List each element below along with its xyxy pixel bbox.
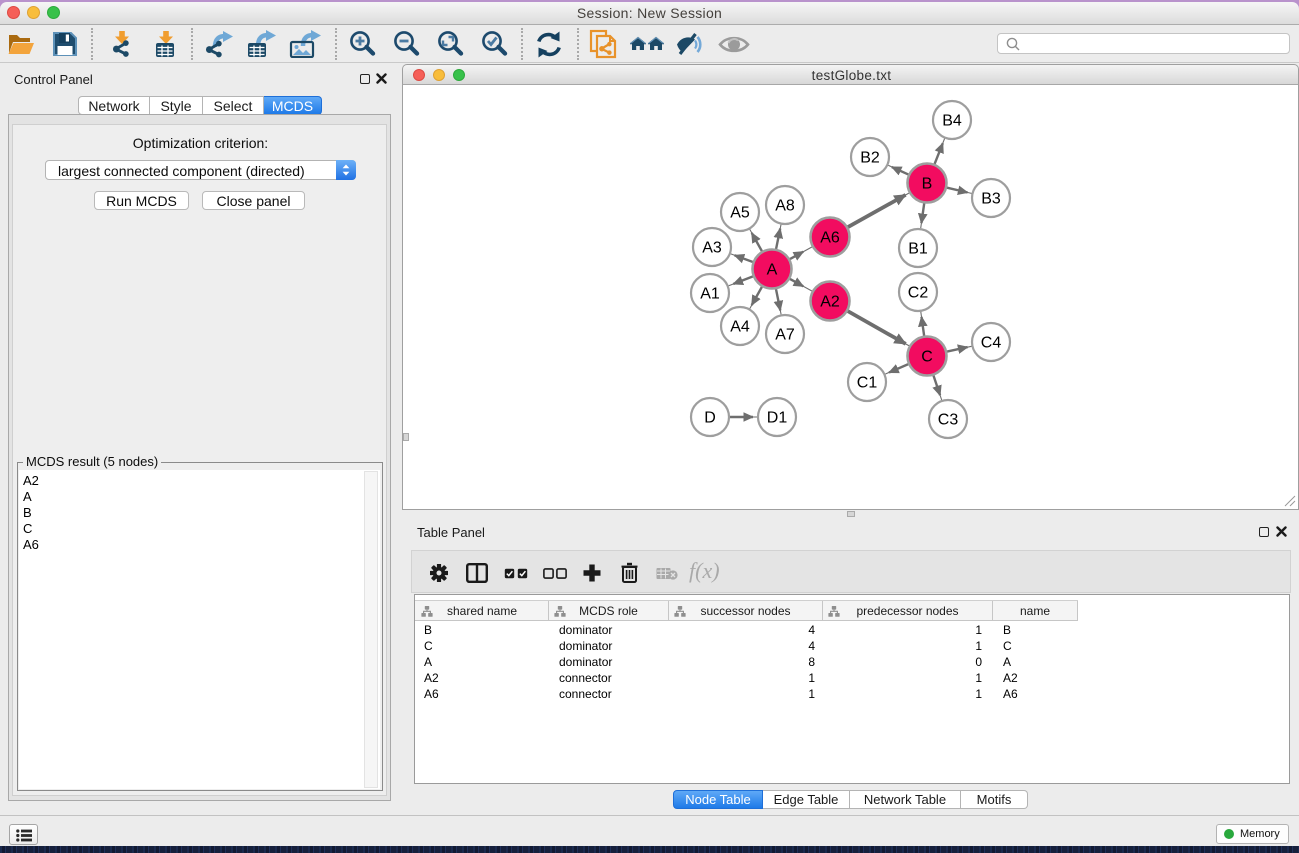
svg-text:B3: B3 — [981, 191, 1001, 208]
svg-text:A8: A8 — [775, 198, 795, 215]
svg-text:C: C — [921, 349, 933, 366]
svg-text:D1: D1 — [767, 410, 788, 427]
svg-text:C1: C1 — [857, 375, 878, 392]
svg-text:A1: A1 — [700, 286, 720, 303]
svg-text:A3: A3 — [702, 240, 722, 257]
svg-text:A6: A6 — [820, 230, 840, 247]
svg-text:B2: B2 — [860, 150, 880, 167]
svg-text:B4: B4 — [942, 113, 962, 130]
svg-text:C2: C2 — [908, 285, 929, 302]
svg-text:A2: A2 — [820, 294, 840, 311]
svg-text:A: A — [767, 262, 778, 279]
svg-text:B: B — [922, 176, 933, 193]
svg-text:C4: C4 — [981, 335, 1002, 352]
svg-text:A5: A5 — [730, 205, 750, 222]
svg-text:B1: B1 — [908, 241, 928, 258]
svg-text:A4: A4 — [730, 319, 750, 336]
svg-text:C3: C3 — [938, 412, 959, 429]
svg-text:D: D — [704, 410, 716, 427]
svg-text:A7: A7 — [775, 327, 795, 344]
